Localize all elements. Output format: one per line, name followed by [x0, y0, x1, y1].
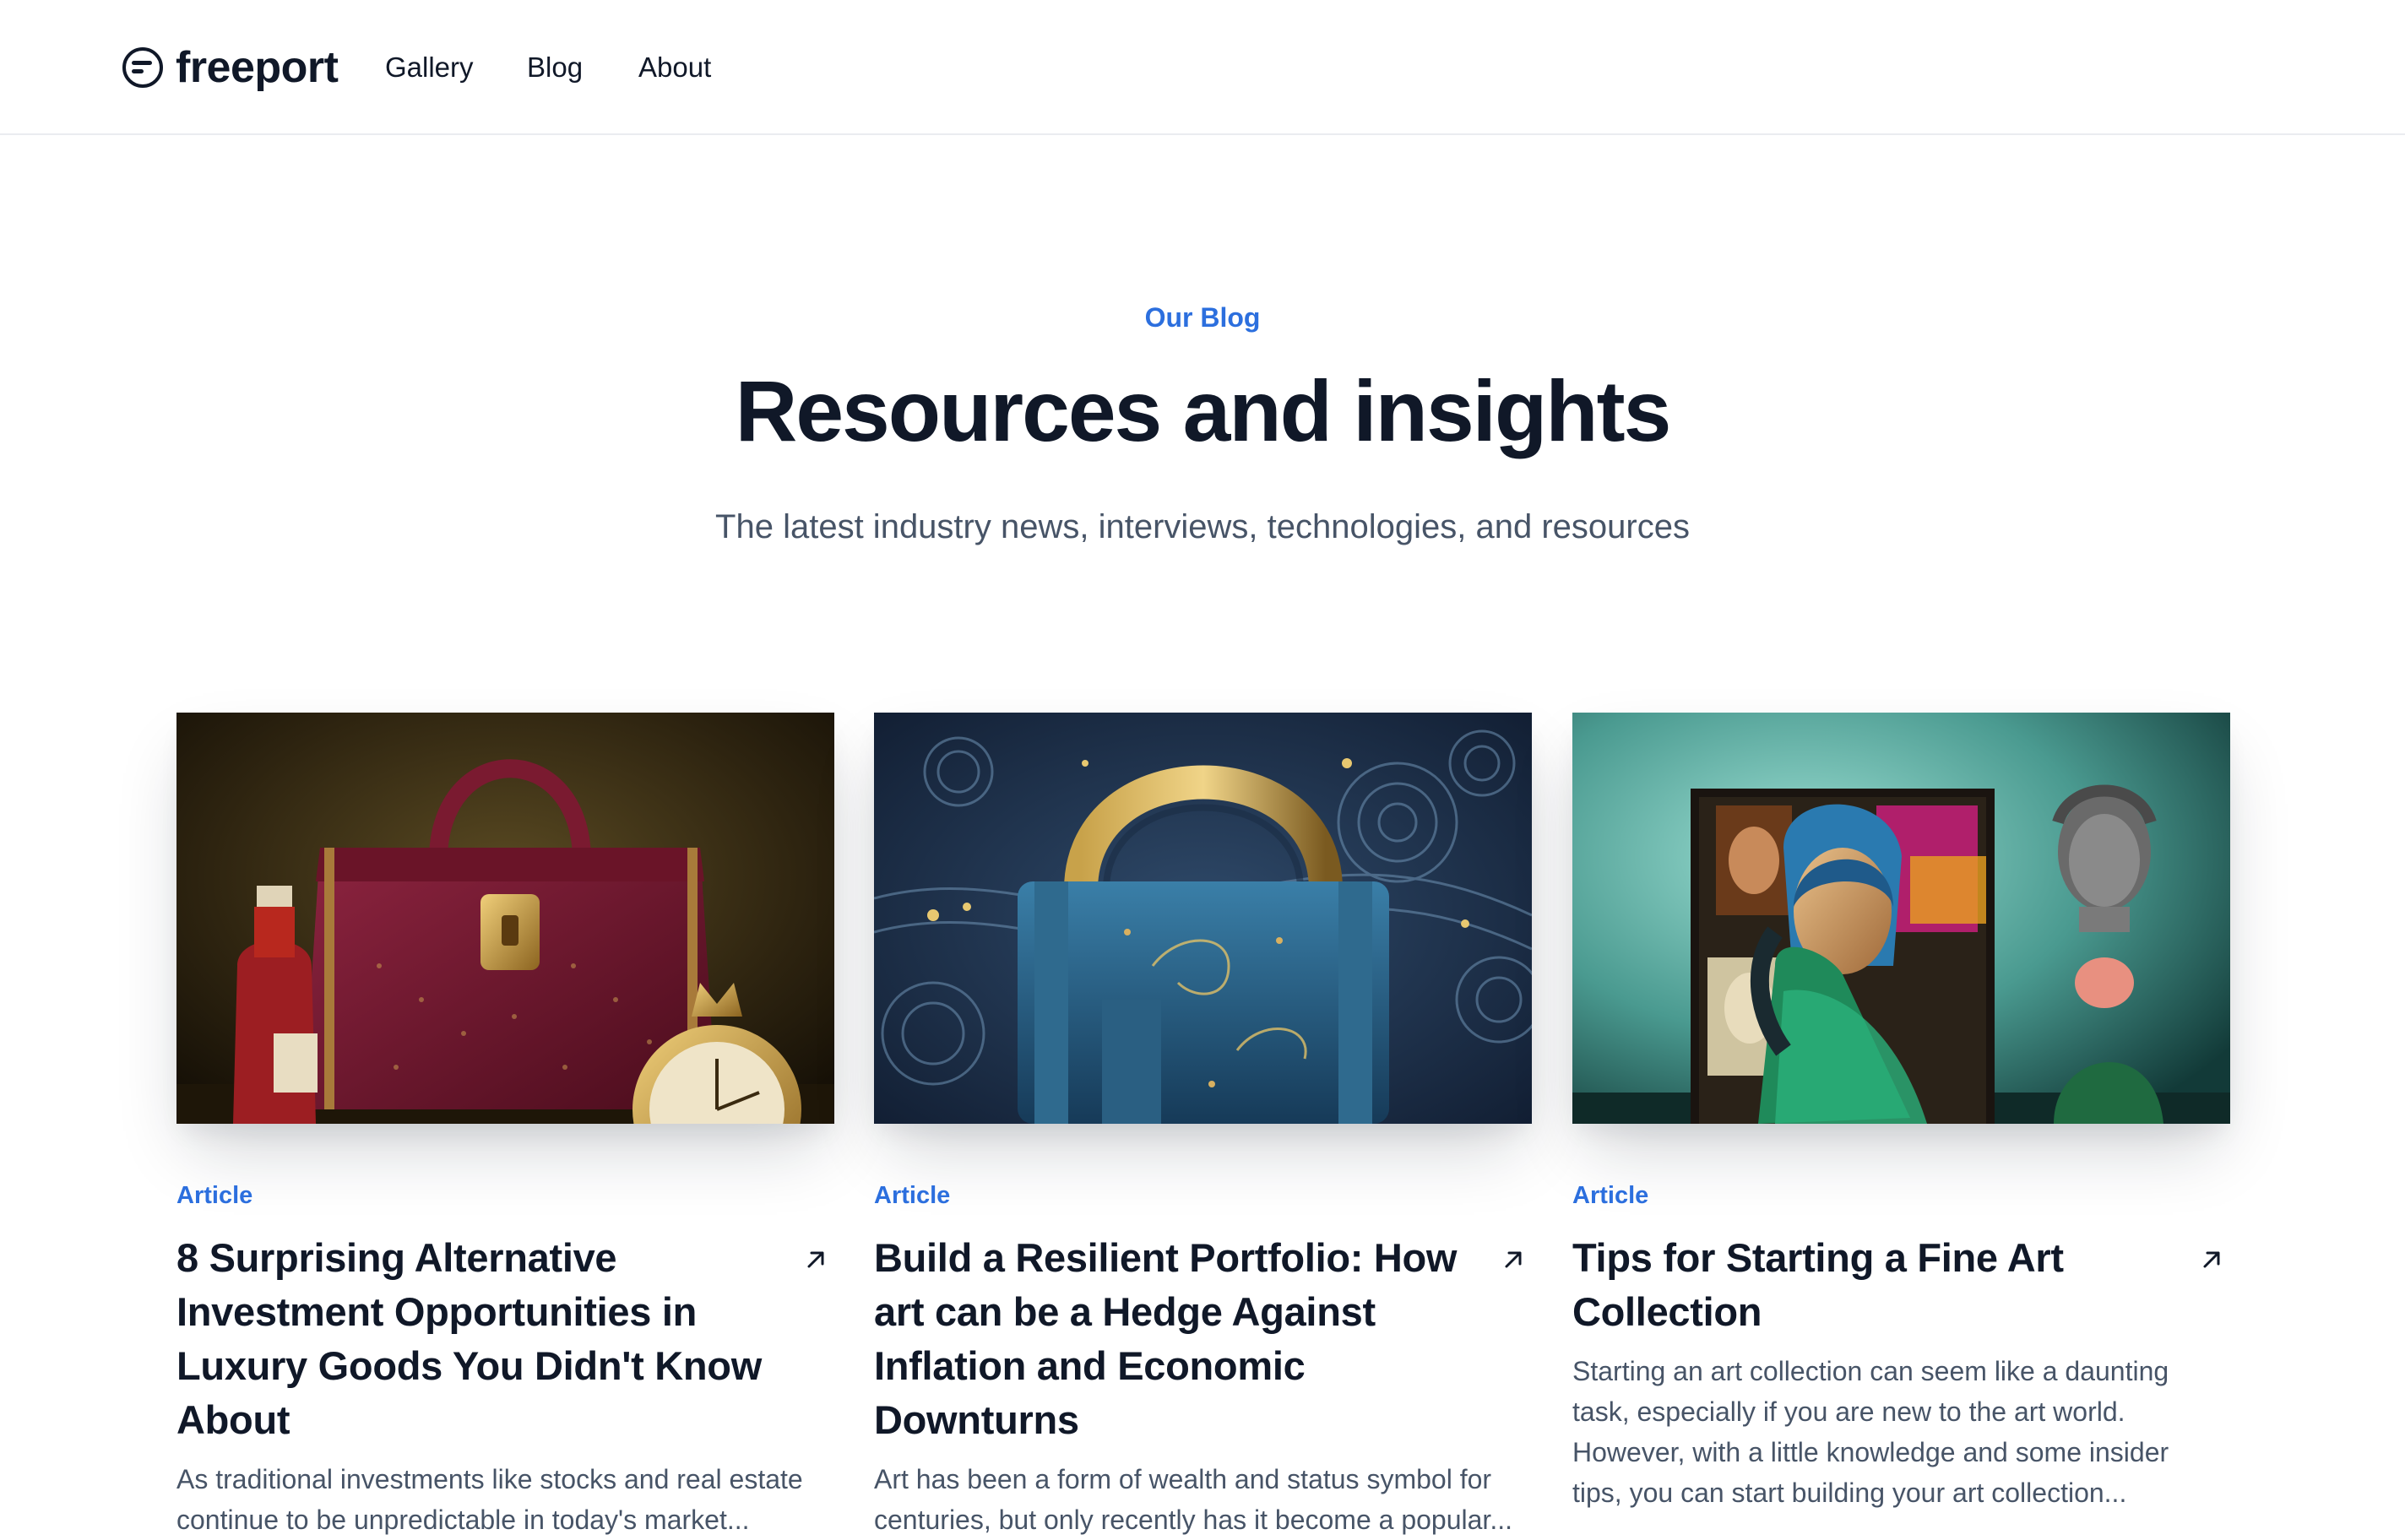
arrow-up-right-icon[interactable] [2198, 1246, 2225, 1273]
page-title: Resources and insights [735, 363, 1672, 459]
post-tag: Article [176, 1182, 253, 1209]
hero-eyebrow: Our Blog [1144, 302, 1261, 333]
post-excerpt: As traditional investments like stocks a… [176, 1464, 803, 1535]
nav-link-gallery[interactable]: Gallery [385, 49, 474, 86]
arrow-up-right-icon[interactable] [1500, 1246, 1527, 1273]
arrow-up-right-icon[interactable] [802, 1246, 829, 1273]
post-title[interactable]: 8 Surprising Alternative Investment Oppo… [176, 1231, 768, 1447]
blog-card[interactable]: Article Tips for Starting a Fine Art Col… [1572, 713, 2230, 1508]
freeport-logo-icon [122, 47, 163, 88]
post-tag: Article [874, 1182, 951, 1209]
blog-card[interactable]: Article 8 Surprising Alternative Investm… [176, 713, 834, 1535]
brand-name: freeport [176, 43, 339, 92]
nav-link-blog[interactable]: Blog [527, 49, 583, 86]
post-excerpt: Starting an art collection can seem like… [1572, 1356, 2169, 1508]
luxury-handbag-wine-clock-image[interactable] [176, 713, 834, 1124]
nav-link-about[interactable]: About [638, 49, 711, 86]
fine-art-collage-bust-image[interactable] [1572, 713, 2230, 1124]
blog-card[interactable]: Article Build a Resilient Portfolio: How… [874, 713, 1532, 1535]
post-excerpt: Art has been a form of wealth and status… [874, 1464, 1512, 1535]
post-tag: Article [1572, 1182, 1649, 1209]
starry-night-padlock-image[interactable] [874, 713, 1532, 1124]
brand-logo-link[interactable]: freeport [122, 42, 339, 93]
hero-subtitle: The latest industry news, interviews, te… [715, 508, 1690, 545]
post-title[interactable]: Tips for Starting a Fine Art Collection [1572, 1231, 2163, 1339]
top-navbar: freeport Gallery Blog About [0, 0, 2405, 135]
post-title[interactable]: Build a Resilient Portfolio: How art can… [874, 1231, 1465, 1447]
